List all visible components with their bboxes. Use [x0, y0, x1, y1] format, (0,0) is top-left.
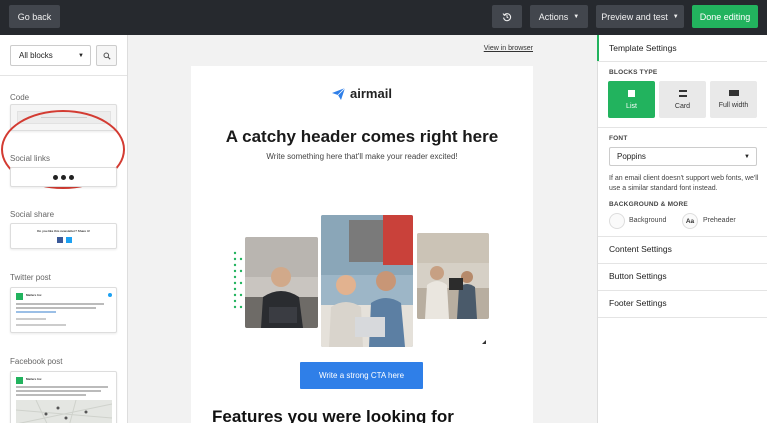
- twitter-icon: [61, 175, 66, 180]
- actions-label: Actions: [538, 11, 569, 22]
- chevron-down-icon: ▼: [78, 52, 84, 59]
- sidebar-divider: [0, 75, 127, 76]
- block-label-twitter-post: Twitter post: [10, 273, 51, 282]
- block-label-social-share: Social share: [10, 210, 55, 219]
- history-button[interactable]: [492, 5, 522, 28]
- font-select[interactable]: Poppins ▼: [609, 147, 757, 166]
- chevron-down-icon: ▼: [672, 13, 679, 20]
- logo: airmail: [191, 86, 533, 101]
- panel-divider: [598, 263, 767, 264]
- font-value: Poppins: [617, 152, 646, 161]
- history-icon: [502, 12, 512, 21]
- hero-photo-center: [321, 215, 413, 347]
- search-button[interactable]: [96, 45, 117, 66]
- tweet-actions-line: [16, 324, 66, 326]
- tweet-date-line: [16, 318, 46, 320]
- logo-text: airmail: [350, 86, 392, 101]
- panel-divider: [598, 127, 767, 128]
- twitter-icon: [66, 237, 72, 243]
- chevron-down-icon: ▼: [573, 13, 580, 20]
- tweet-text-line: [16, 307, 96, 309]
- block-label-facebook-post: Facebook post: [10, 357, 63, 366]
- preview-button[interactable]: Preview and test ▼: [596, 5, 684, 28]
- font-note: If an email client doesn't support web f…: [609, 175, 759, 192]
- block-social-links[interactable]: [10, 167, 117, 187]
- preheader-icon: Aa: [685, 217, 695, 225]
- content-settings-header[interactable]: Content Settings: [609, 244, 672, 254]
- tweet-link-line: [16, 311, 56, 313]
- actions-button[interactable]: Actions ▼: [530, 5, 588, 28]
- go-back-label: Go back: [17, 11, 52, 22]
- post-text-line: [16, 390, 101, 392]
- preheader-label: Preheader: [703, 217, 736, 224]
- post-map-image: [15, 399, 113, 423]
- panel-divider: [598, 317, 767, 318]
- hero-photo-right: [417, 233, 489, 319]
- facebook-account: Mailers Inc: [26, 377, 42, 381]
- cta-button[interactable]: Write a strong CTA here: [300, 362, 423, 389]
- post-text-line: [16, 394, 86, 396]
- background-color-swatch[interactable]: [609, 213, 625, 229]
- block-label-social-links: Social links: [10, 154, 51, 163]
- twitter-account: Mailers Inc: [26, 293, 42, 297]
- email-canvas: View in browser airmail A catchy header …: [128, 35, 597, 423]
- share-text: Do you like this newsletter? Share it!: [37, 229, 90, 233]
- block-type-list[interactable]: List: [608, 81, 655, 118]
- features-heading[interactable]: Features you were looking for: [212, 407, 454, 423]
- done-label: Done editing: [699, 11, 751, 22]
- panel-divider: [598, 236, 767, 237]
- view-in-browser-link[interactable]: View in browser: [484, 45, 533, 52]
- hero-photo-left: [245, 237, 318, 328]
- block-label-code: Code: [10, 93, 30, 102]
- block-type-full-width[interactable]: Full width: [710, 81, 757, 118]
- share-icons: [57, 237, 72, 243]
- block-filter-value: All blocks: [19, 51, 53, 60]
- resize-handle-icon[interactable]: [482, 340, 486, 344]
- email-body: airmail A catchy header comes right here…: [191, 66, 533, 423]
- post-text-line: [16, 386, 108, 388]
- blocks-type-label: BLOCKS TYPE: [609, 69, 658, 76]
- top-bar: Go back Actions ▼ Preview and test ▼ Done …: [0, 0, 767, 35]
- block-filter-select[interactable]: All blocks ▼: [10, 45, 91, 66]
- full-width-icon: [728, 90, 739, 96]
- background-label: Background: [629, 217, 667, 224]
- email-features-section: Features you were looking for: [191, 389, 533, 423]
- card-icon: [678, 89, 687, 97]
- background-more-label: BACKGROUND & MORE: [609, 201, 688, 208]
- chevron-down-icon: ▼: [744, 153, 750, 160]
- panel-divider: [598, 61, 767, 62]
- block-facebook-post[interactable]: Mailers Inc: [10, 371, 117, 423]
- block-twitter-post[interactable]: Mailers Inc: [10, 287, 117, 333]
- block-type-full-width-label: Full width: [718, 102, 749, 109]
- go-back-button[interactable]: Go back: [9, 5, 60, 28]
- font-label: FONT: [609, 135, 628, 142]
- blocks-sidebar: All blocks ▼ Code Social links Social sh…: [0, 35, 128, 423]
- search-icon: [103, 52, 111, 60]
- done-editing-button[interactable]: Done editing: [692, 5, 758, 28]
- button-settings-header[interactable]: Button Settings: [609, 271, 667, 281]
- email-subline[interactable]: Write something here that'll make your r…: [191, 152, 533, 161]
- avatar: [16, 377, 23, 384]
- settings-panel: Template Settings BLOCKS TYPE List Card …: [597, 35, 767, 423]
- panel-divider: [598, 290, 767, 291]
- list-icon: [628, 89, 635, 97]
- block-type-card[interactable]: Card: [659, 81, 706, 118]
- facebook-icon: [57, 237, 63, 243]
- tweet-text-line: [16, 303, 104, 305]
- active-indicator: [597, 35, 599, 61]
- instagram-icon: [69, 175, 74, 180]
- template-settings-header[interactable]: Template Settings: [609, 43, 677, 53]
- preview-label: Preview and test: [601, 11, 668, 22]
- facebook-icon: [53, 175, 58, 180]
- avatar: [16, 293, 23, 300]
- twitter-bird-icon: [108, 293, 112, 297]
- social-icons: [53, 175, 74, 180]
- paper-plane-icon: [332, 87, 346, 100]
- email-headline[interactable]: A catchy header comes right here: [191, 127, 533, 147]
- block-social-share[interactable]: Do you like this newsletter? Share it!: [10, 223, 117, 249]
- footer-settings-header[interactable]: Footer Settings: [609, 298, 667, 308]
- block-type-card-label: Card: [674, 102, 691, 110]
- preheader-button[interactable]: Aa: [682, 213, 698, 229]
- block-type-list-label: List: [626, 102, 637, 110]
